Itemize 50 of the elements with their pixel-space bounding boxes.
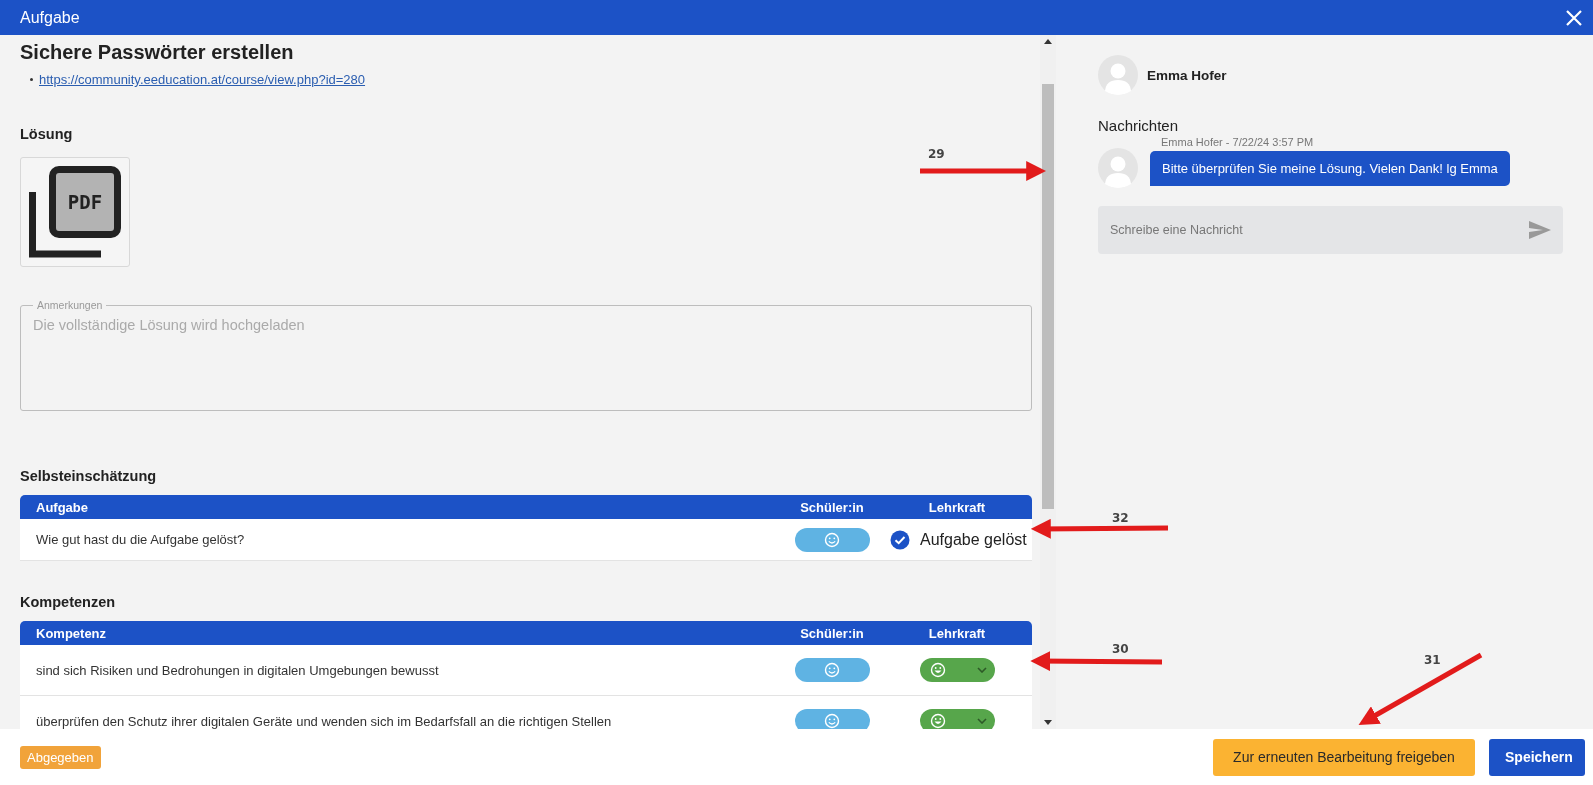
save-button[interactable]: Speichern: [1489, 738, 1585, 776]
annotation-number: 30: [1112, 642, 1129, 656]
message-bubble: Bitte überprüfen Sie meine Lösung. Vielen Dank! lg Emma: [1150, 150, 1510, 186]
status-badge: Abgegeben: [20, 745, 101, 769]
file-type-label: PDF: [49, 166, 121, 238]
teacher-rating-dropdown[interactable]: [919, 709, 995, 729]
checkbox[interactable]: [890, 529, 910, 550]
smiley-icon: [824, 531, 840, 548]
row-label: sind sich Risiken und Bedrohungen in digitalen Umgebungen bewusst: [36, 662, 440, 678]
smiley-icon: [824, 662, 840, 678]
close-icon[interactable]: [1565, 8, 1583, 27]
message-meta: Emma Hofer - 7/22/24 3:57 PM: [1161, 136, 1315, 148]
section-heading: Lösung: [20, 126, 73, 142]
grinning-face-icon: [929, 662, 946, 678]
column-header: Schüler:in: [800, 499, 864, 515]
scroll-down-icon: [1044, 720, 1052, 725]
annotation-number: 31: [1424, 653, 1441, 667]
annotation-number: 29: [928, 147, 945, 161]
field-value: Die vollständige Lösung wird hochgeladen: [33, 317, 306, 333]
avatar-icon: [1098, 55, 1138, 95]
task-link[interactable]: https://community.eeducation.at/course/view.php?id=280: [39, 72, 366, 87]
row-label: Wie gut hast du die Aufgabe gelöst?: [36, 532, 246, 547]
avatar-icon: [1098, 148, 1138, 188]
bullet-icon: [30, 78, 33, 81]
checkbox-label: Aufgabe gelöst: [920, 530, 1027, 549]
column-header: Lehrkraft: [928, 499, 986, 515]
section-heading: Kompetenzen: [20, 594, 116, 610]
file-thumbnail[interactable]: PDF: [20, 157, 130, 267]
column-header: Lehrkraft: [928, 625, 986, 641]
task-title: Sichere Passwörter erstellen: [20, 41, 294, 64]
teacher-rating-dropdown[interactable]: [919, 658, 995, 682]
chevron-down-icon: [976, 718, 987, 724]
message-input[interactable]: Schreibe eine Nachricht: [1098, 206, 1563, 254]
input-placeholder: Schreibe eine Nachricht: [1110, 223, 1243, 237]
user-name: Emma Hofer: [1147, 67, 1227, 83]
column-header: Kompetenz: [36, 625, 108, 641]
dialog-title: Aufgabe: [20, 8, 80, 27]
annotation-number: 32: [1112, 511, 1129, 525]
row-label: überprüfen den Schutz ihrer digitalen Geräte und wenden sich im Bedarfsfall an die richtigen Stellen: [36, 713, 613, 729]
section-heading: Selbsteinschätzung: [20, 468, 157, 484]
scrollbar-thumb[interactable]: [1042, 84, 1054, 509]
release-button[interactable]: Zur erneuten Bearbeitung freigeben: [1213, 738, 1475, 776]
column-header: Aufgabe: [36, 499, 89, 515]
send-icon[interactable]: [1529, 221, 1551, 239]
field-label: Anmerkungen: [36, 299, 104, 311]
messages-heading: Nachrichten: [1098, 117, 1180, 134]
file-stack-icon: [29, 192, 104, 258]
chevron-down-icon: [976, 667, 987, 673]
scroll-up-icon: [1044, 39, 1052, 44]
column-header: Schüler:in: [800, 625, 864, 641]
